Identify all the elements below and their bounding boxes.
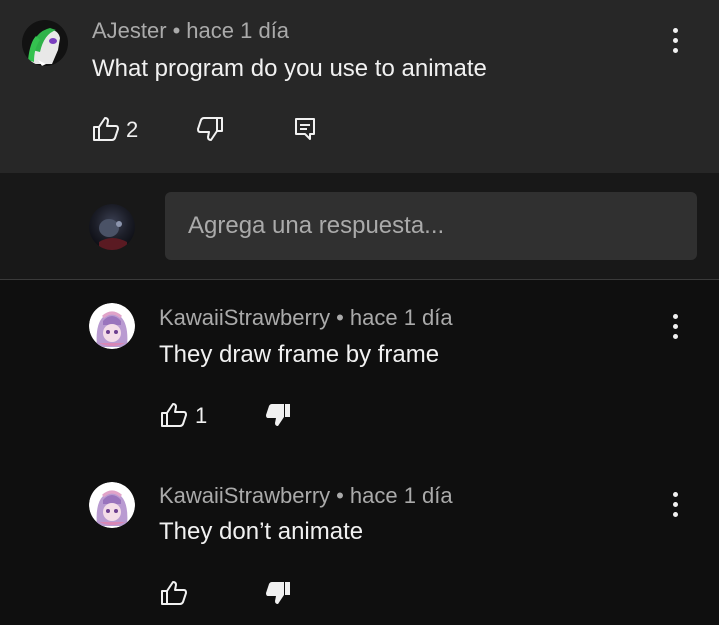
thumbs-down-icon[interactable] (196, 116, 224, 142)
reply-input[interactable]: Agrega una respuesta... (165, 192, 697, 260)
like-count: 2 (126, 117, 139, 142)
comment-meta: KawaiiStrawberry • hace 1 día (159, 483, 453, 509)
comment-time: hace 1 día (186, 18, 290, 43)
divider (0, 279, 719, 280)
more-vertical-icon[interactable] (672, 492, 678, 518)
comment-meta: AJester • hace 1 día (92, 18, 289, 44)
comment-time: hace 1 día (349, 305, 453, 330)
comment-text: They don’t animate (159, 518, 364, 545)
thumbs-down-icon[interactable] (264, 580, 292, 606)
author-name[interactable]: KawaiiStrawberry (159, 305, 330, 330)
thumbs-down-icon[interactable] (264, 402, 292, 428)
comment-text: They draw frame by frame (159, 341, 440, 368)
meta-separator: • (336, 305, 344, 330)
comment-icon[interactable] (294, 117, 318, 141)
avatar[interactable] (22, 20, 68, 66)
more-vertical-icon[interactable] (672, 28, 678, 54)
meta-separator: • (336, 483, 344, 508)
author-name[interactable]: KawaiiStrawberry (159, 483, 330, 508)
comment-meta: KawaiiStrawberry • hace 1 día (159, 305, 453, 331)
meta-separator: • (172, 18, 181, 43)
author-name[interactable]: AJester (92, 18, 167, 43)
avatar (89, 204, 135, 250)
thumbs-up-icon[interactable] (160, 580, 188, 606)
thumbs-up-icon[interactable] (160, 402, 188, 428)
comment-text: What program do you use to animate (92, 55, 487, 82)
thumbs-up-icon[interactable] (92, 116, 120, 142)
more-vertical-icon[interactable] (672, 314, 678, 340)
like-count: 1 (195, 403, 208, 428)
comment-time: hace 1 día (349, 483, 453, 508)
avatar[interactable] (89, 482, 135, 528)
avatar[interactable] (89, 303, 135, 349)
